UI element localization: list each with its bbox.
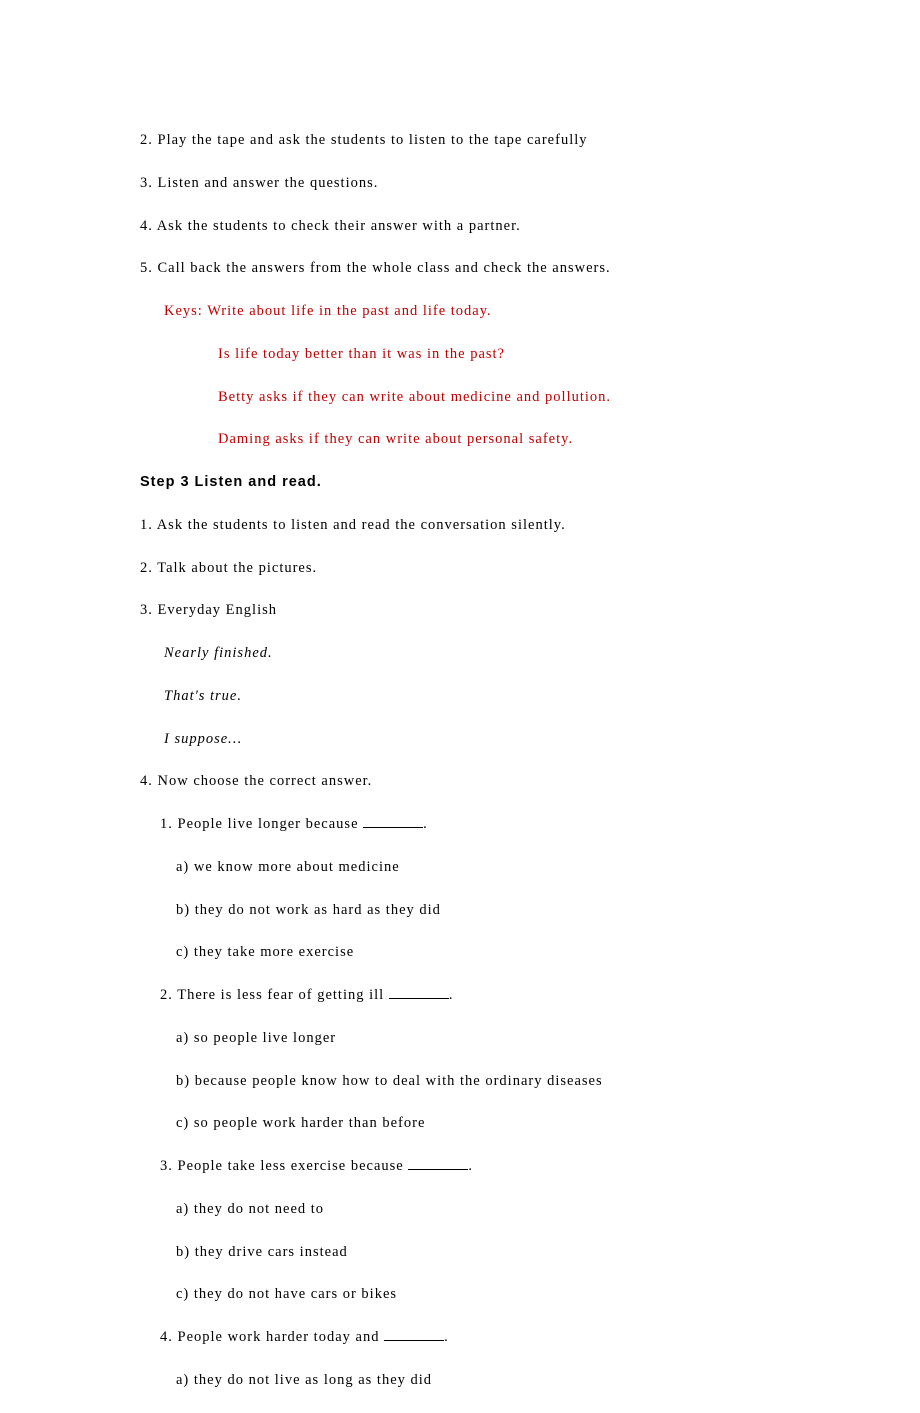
answer-option: b) they drive cars instead: [140, 1242, 920, 1264]
question-text: 1. People live longer because: [160, 816, 363, 832]
example-text: Nearly finished.: [140, 643, 920, 665]
example-text: That's true.: [140, 686, 920, 708]
fill-blank: [408, 1169, 468, 1170]
answer-key: Betty asks if they can write about medic…: [140, 387, 920, 409]
answer-key: Is life today better than it was in the …: [140, 344, 920, 366]
answer-option: b) because people know how to deal with …: [140, 1071, 920, 1093]
fill-blank: [384, 1340, 444, 1341]
question-stem: 1. People live longer because .: [140, 814, 920, 836]
body-text: 1. Ask the students to listen and read t…: [140, 515, 920, 537]
answer-option: c) so people work harder than before: [140, 1113, 920, 1135]
question-text: .: [444, 1329, 449, 1345]
answer-option: c) they take more exercise: [140, 942, 920, 964]
question-stem: 2. There is less fear of getting ill .: [140, 985, 920, 1007]
question-text: 4. People work harder today and: [160, 1329, 384, 1345]
question-text: 3. People take less exercise because: [160, 1158, 408, 1174]
body-text: 2. Play the tape and ask the students to…: [140, 130, 920, 152]
body-text: 5. Call back the answers from the whole …: [140, 258, 920, 280]
question-stem: 4. People work harder today and .: [140, 1327, 920, 1349]
answer-option: a) they do not need to: [140, 1199, 920, 1221]
body-text: 3. Everyday English: [140, 600, 920, 622]
section-heading: Step 3 Listen and read.: [140, 472, 920, 494]
answer-option: a) so people live longer: [140, 1028, 920, 1050]
answer-option: a) we know more about medicine: [140, 857, 920, 879]
fill-blank: [363, 827, 423, 828]
body-text: 2. Talk about the pictures.: [140, 558, 920, 580]
question-text: 2. There is less fear of getting ill: [160, 987, 389, 1003]
question-text: .: [468, 1158, 473, 1174]
body-text: 3. Listen and answer the questions.: [140, 173, 920, 195]
body-text: 4. Ask the students to check their answe…: [140, 216, 920, 238]
answer-key: Keys: Write about life in the past and l…: [140, 301, 920, 323]
answer-option: c) they do not have cars or bikes: [140, 1284, 920, 1306]
answer-key: Daming asks if they can write about pers…: [140, 429, 920, 451]
fill-blank: [389, 998, 449, 999]
question-text: .: [423, 816, 428, 832]
body-text: 4. Now choose the correct answer.: [140, 771, 920, 793]
example-text: I suppose…: [140, 729, 920, 751]
question-stem: 3. People take less exercise because .: [140, 1156, 920, 1178]
answer-option: a) they do not live as long as they did: [140, 1370, 920, 1392]
question-text: .: [449, 987, 454, 1003]
document-page: 2. Play the tape and ask the students to…: [0, 0, 920, 1392]
answer-option: b) they do not work as hard as they did: [140, 900, 920, 922]
